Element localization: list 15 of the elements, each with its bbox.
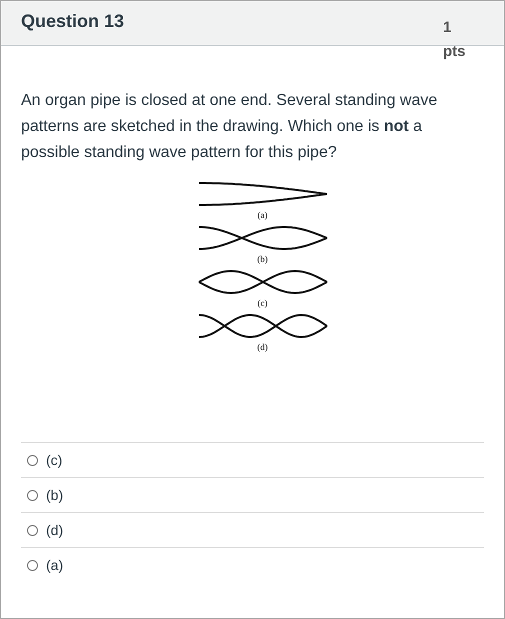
pattern-label: (d) [257,342,268,352]
answer-label[interactable]: (b) [46,487,64,503]
pattern-label: (b) [257,254,268,264]
points-label: 1 pts [443,18,466,62]
question-title: Question 13 [21,11,124,32]
answer-label[interactable]: (a) [46,557,64,573]
radio-button[interactable] [27,454,38,466]
pattern-label: (a) [258,210,268,220]
radio-button[interactable] [27,524,38,536]
answer-label[interactable]: (c) [46,452,62,468]
radio-button[interactable] [27,560,38,570]
pattern-label: (c) [258,298,268,308]
question-text: An organ pipe is closed at one end. Several standing wave patterns are sketched in the drawing. Which one is not a possible standing wave pattern for this pipe? [21,91,438,163]
answer-label[interactable]: (d) [46,522,64,538]
radio-button[interactable] [27,490,38,500]
